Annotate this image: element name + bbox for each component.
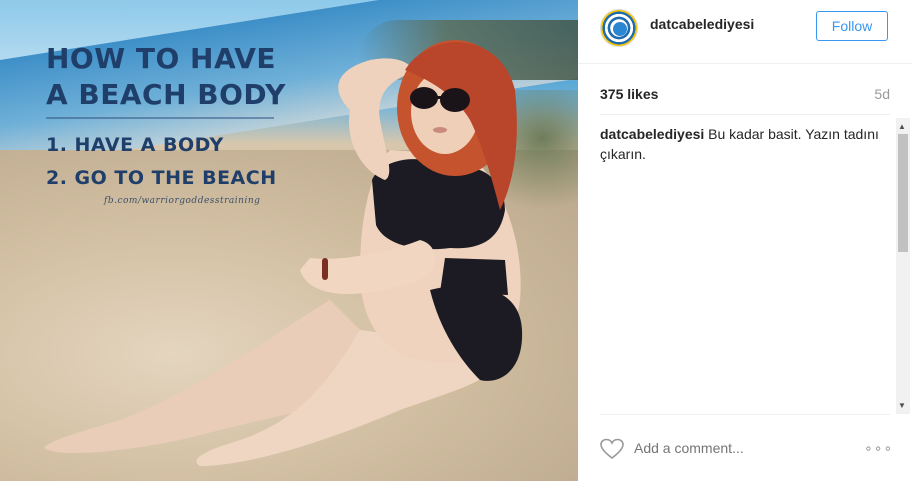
header-username[interactable]: datcabelediyesi <box>650 16 754 32</box>
post-time[interactable]: 5d <box>874 86 890 102</box>
scroll-up-arrow-icon[interactable]: ▲ <box>898 122 906 131</box>
post-sidebar: datcabelediyesi Follow 375 likes 5d datc… <box>578 0 912 481</box>
heart-icon[interactable] <box>600 438 624 460</box>
divider <box>600 114 890 115</box>
scroll-thumb[interactable] <box>898 134 908 252</box>
avatar[interactable] <box>600 9 638 47</box>
divider <box>600 414 890 415</box>
poster-title-line-2: A BEACH BODY <box>46 78 286 111</box>
ellipsis-icon[interactable]: ∘∘∘ <box>864 440 893 457</box>
comments-scrollbar[interactable]: ▲ ▼ <box>896 118 910 414</box>
poster-title-line-1: HOW TO HAVE <box>46 42 277 75</box>
municipality-seal-icon <box>613 22 627 36</box>
poster-divider <box>46 117 274 119</box>
poster-item-2: 2. GO TO THE BEACH <box>46 167 277 189</box>
poster-credit: fb.com/warriorgoddesstraining <box>104 196 261 206</box>
caption: datcabelediyesi Bu kadar basit. Yazın ta… <box>600 124 880 164</box>
poster-item-1: 1. HAVE A BODY <box>46 134 224 156</box>
follow-button[interactable]: Follow <box>816 11 888 41</box>
likes-row: 375 likes 5d <box>600 86 890 106</box>
post-photo[interactable]: HOW TO HAVE A BEACH BODY 1. HAVE A BODY … <box>0 0 578 481</box>
post-header: datcabelediyesi Follow <box>578 0 912 64</box>
likes-count[interactable]: 375 likes <box>600 86 658 102</box>
comment-input[interactable] <box>634 440 834 456</box>
scroll-down-arrow-icon[interactable]: ▼ <box>898 401 906 410</box>
caption-username[interactable]: datcabelediyesi <box>600 126 704 142</box>
